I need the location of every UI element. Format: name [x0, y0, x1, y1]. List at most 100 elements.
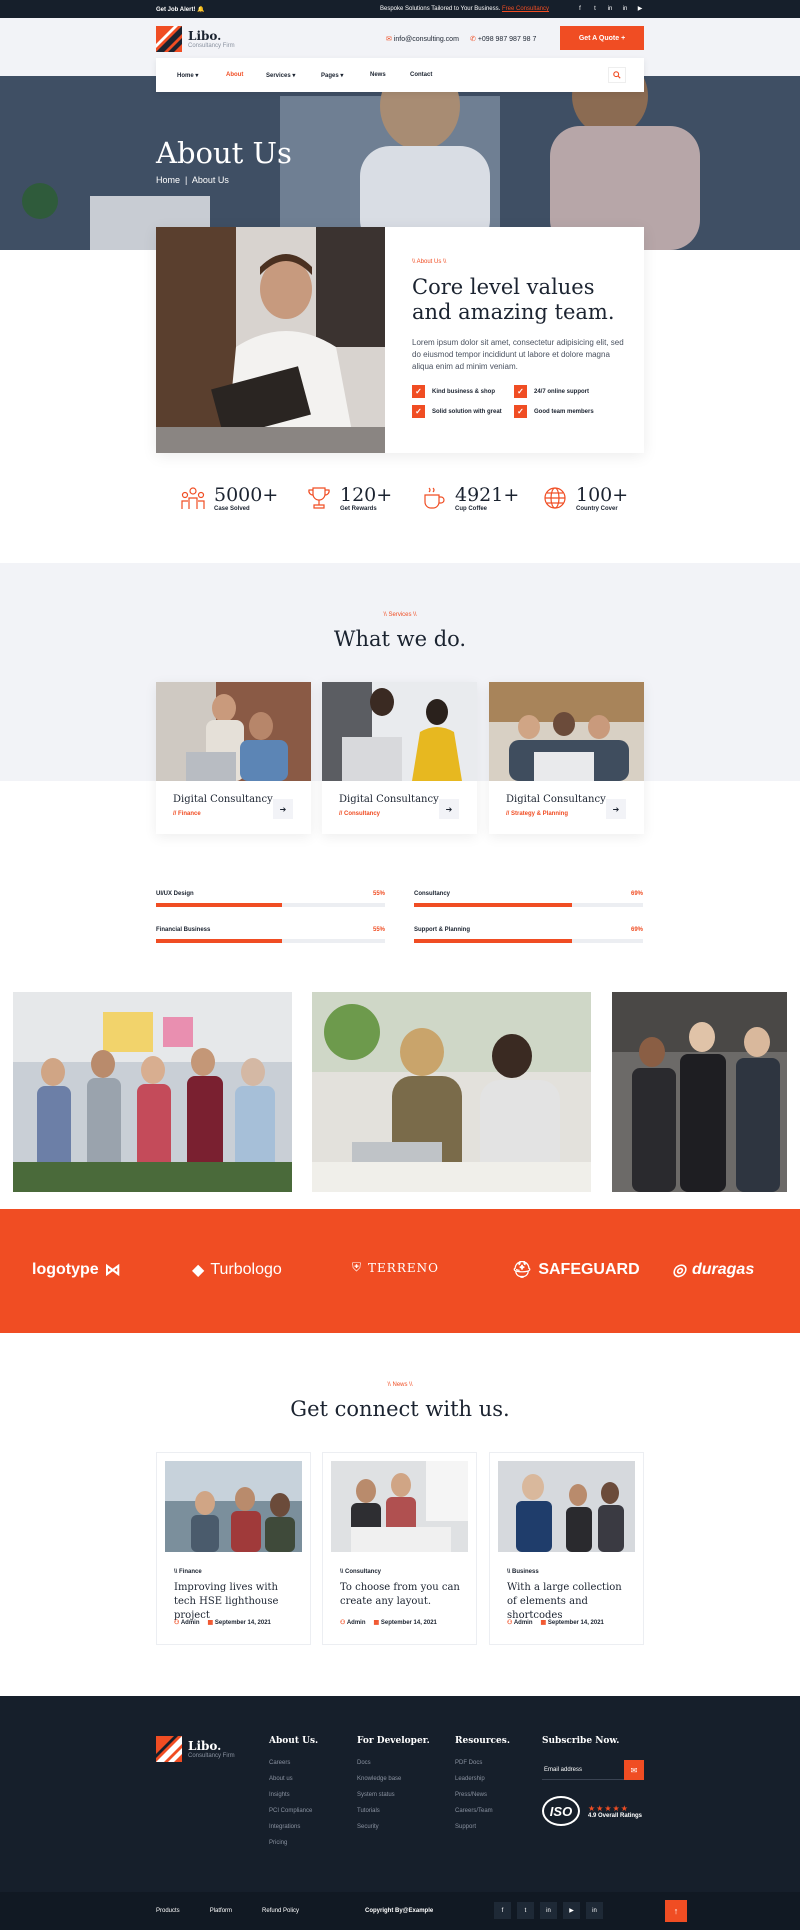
team-icon: [181, 487, 205, 509]
search-button[interactable]: [608, 67, 626, 83]
stat-coffee: 4921+ Cup Coffee: [421, 484, 519, 512]
rating-stars-icon: ★★★★★: [588, 1803, 629, 1813]
rating-text: 4.9 Overall Ratings: [588, 1812, 643, 1819]
site-footer: Libo. Consultancy Firm About Us. Careers…: [0, 1696, 800, 1892]
footer-logo[interactable]: Libo. Consultancy Firm: [156, 1736, 235, 1762]
nav-news[interactable]: News: [370, 72, 386, 78]
footer-link[interactable]: Leadership: [455, 1776, 510, 1782]
behance-icon[interactable]: in: [540, 1902, 557, 1919]
bowtie-logo-icon: ⋈: [104, 1262, 121, 1279]
mail-icon: ✉: [630, 1765, 638, 1775]
news-card[interactable]: \\ Consultancy To choose from you can cr…: [322, 1452, 477, 1645]
footer-link[interactable]: PCI Compliance: [269, 1808, 318, 1814]
footer-link[interactable]: Docs: [357, 1760, 430, 1766]
news-heading: Get connect with us.: [290, 1397, 510, 1421]
news-card[interactable]: \\ Business With a large collection of e…: [489, 1452, 644, 1645]
breadcrumb-home[interactable]: Home: [156, 175, 180, 185]
get-quote-button[interactable]: Get A Quote +: [560, 26, 644, 50]
footer-link[interactable]: Security: [357, 1824, 430, 1830]
youtube-icon[interactable]: ▶: [563, 1902, 580, 1919]
nav-about[interactable]: About: [226, 72, 243, 78]
check-item: ✓ Solid solution with great: [412, 405, 502, 418]
facebook-icon[interactable]: f: [494, 1902, 511, 1919]
check-label: Kind business & shop: [432, 388, 496, 395]
skill-track: [156, 903, 385, 907]
job-alert-link[interactable]: Get Job Alert! 🔔: [156, 6, 205, 13]
skill-fill: [414, 939, 572, 943]
news-title[interactable]: To choose from you can create any layout…: [340, 1581, 465, 1609]
check-icon: ✓: [412, 385, 425, 398]
footer-link[interactable]: Insights: [269, 1792, 318, 1798]
linkedin-icon[interactable]: in: [621, 5, 629, 13]
bottom-bar: Products Platform Refund Policy Copyrigh…: [0, 1892, 800, 1930]
footer-link[interactable]: Press/News: [455, 1792, 510, 1798]
news-card[interactable]: \\ Finance Improving lives with tech HSE…: [156, 1452, 311, 1645]
service-card[interactable]: Digital Consultancy // Consultancy ➔: [322, 682, 477, 834]
service-category: // Finance: [173, 811, 201, 817]
stat-label: Get Rewards: [340, 506, 377, 512]
calendar-icon: ▦: [540, 1620, 547, 1626]
calendar-icon: ▦: [207, 1620, 214, 1626]
youtube-icon[interactable]: ▶: [636, 5, 644, 13]
arrow-right-icon[interactable]: ➔: [273, 799, 293, 819]
skill-fill: [156, 903, 282, 907]
check-icon: ✓: [412, 405, 425, 418]
footer-link[interactable]: Integrations: [269, 1824, 318, 1830]
twitter-icon[interactable]: t: [591, 5, 599, 13]
news-title[interactable]: Improving lives with tech HSE lighthouse…: [174, 1581, 299, 1623]
check-icon: ✓: [514, 385, 527, 398]
skill-bar: Consultancy 69%: [414, 891, 643, 907]
service-image: [156, 682, 311, 781]
footer-link[interactable]: Knowledge base: [357, 1776, 430, 1782]
twitter-icon[interactable]: t: [517, 1902, 534, 1919]
facebook-icon[interactable]: f: [576, 5, 584, 13]
stat-rewards: 120+ Get Rewards: [306, 484, 392, 512]
bottom-link-products[interactable]: Products: [156, 1908, 180, 1914]
user-icon: ⚇: [507, 1620, 513, 1626]
brand-name: Turbologo: [210, 1261, 282, 1278]
footer-link[interactable]: Pricing: [269, 1840, 318, 1846]
nav-services[interactable]: Services ▾: [266, 72, 295, 79]
about-photo: [156, 227, 385, 453]
scroll-to-top-button[interactable]: ↑: [665, 1900, 687, 1922]
bottom-link-platform[interactable]: Platform: [210, 1908, 232, 1914]
free-consultancy-link[interactable]: Free Consultancy: [502, 6, 549, 12]
nav-home[interactable]: Home ▾: [177, 72, 198, 79]
site-logo[interactable]: Libo. Consultancy Firm: [156, 26, 235, 52]
arrow-right-icon[interactable]: ➔: [606, 799, 626, 819]
footer-link[interactable]: Careers/Team: [455, 1808, 510, 1814]
header-email[interactable]: ✉ info@consulting.com: [386, 35, 459, 43]
news-image: [165, 1461, 302, 1552]
tagline: Bespoke Solutions Tailored to Your Busin…: [380, 6, 549, 12]
footer-col-title: Resources.: [455, 1736, 510, 1746]
linkedin-icon[interactable]: in: [586, 1902, 603, 1919]
footer-link[interactable]: System status: [357, 1792, 430, 1798]
nav-pages[interactable]: Pages ▾: [321, 72, 343, 79]
skill-label: Financial Business: [156, 927, 211, 933]
footer-col-title: About Us.: [269, 1736, 319, 1746]
service-image: [322, 682, 477, 781]
footer-link[interactable]: Tutorials: [357, 1808, 430, 1814]
service-card[interactable]: Digital Consultancy // Finance ➔: [156, 682, 311, 834]
behance-icon[interactable]: in: [606, 5, 614, 13]
bottom-link-refund[interactable]: Refund Policy: [262, 1908, 299, 1914]
footer-link[interactable]: Careers: [269, 1760, 318, 1766]
news-title[interactable]: With a large collection of elements and …: [507, 1581, 632, 1623]
check-label: 24/7 online support: [534, 388, 590, 395]
footer-link[interactable]: Support: [455, 1824, 510, 1830]
check-label: Solid solution with great: [432, 408, 502, 415]
subscribe-button[interactable]: ✉: [624, 1760, 644, 1780]
check-item: ✓ 24/7 online support: [514, 385, 589, 398]
header-phone[interactable]: ✆ +098 987 987 98 7: [470, 35, 536, 43]
gallery-image: [13, 992, 292, 1192]
footer-link[interactable]: PDF Docs: [455, 1760, 510, 1766]
job-alert-text: Get Job Alert!: [156, 7, 196, 13]
service-card[interactable]: Digital Consultancy // Strategy & Planni…: [489, 682, 644, 834]
footer-link[interactable]: About us: [269, 1776, 318, 1782]
breadcrumb: Home | About Us: [156, 175, 229, 185]
check-label: Good team members: [534, 408, 594, 415]
about-section-tag: \\ About Us \\: [412, 259, 447, 265]
helmet-logo-icon: ⛑: [512, 1262, 533, 1279]
nav-contact[interactable]: Contact: [410, 72, 432, 78]
arrow-right-icon[interactable]: ➔: [439, 799, 459, 819]
